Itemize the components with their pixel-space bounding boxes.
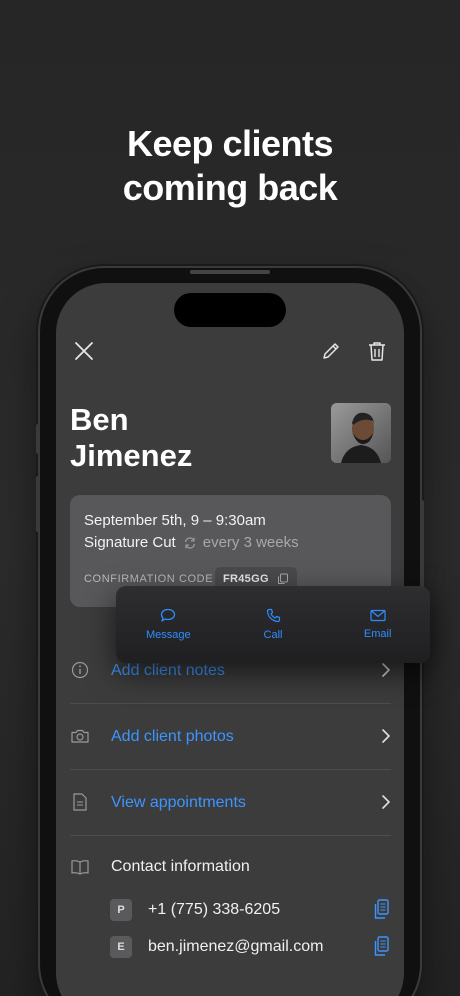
edit-button[interactable] xyxy=(319,339,343,363)
appointment-service: Signature Cut xyxy=(84,534,176,551)
client-name: Ben Jimenez xyxy=(70,402,270,474)
phone-volume-button xyxy=(36,476,40,532)
headline-line-2: coming back xyxy=(122,167,338,208)
row-icon-wrap xyxy=(70,726,90,746)
copy-email-icon[interactable] xyxy=(373,936,391,958)
chevron-right-icon xyxy=(382,729,391,743)
copy-phone-icon[interactable] xyxy=(373,899,391,921)
row-label: Add client photos xyxy=(111,728,234,745)
confirmation-code-label: CONFIRMATION CODE xyxy=(84,573,214,585)
repeat-frequency: every 3 weeks xyxy=(202,534,299,551)
phone-side-button-left xyxy=(36,424,40,454)
headline-line-1: Keep clients xyxy=(126,123,334,164)
contact-email[interactable]: ben.jimenez@gmail.com xyxy=(148,938,323,956)
appointment-date-time: September 5th, 9 – 9:30am xyxy=(84,512,266,529)
row-icon-wrap xyxy=(70,660,90,680)
contact-info-title: Contact information xyxy=(111,858,250,875)
envelope-icon xyxy=(370,609,386,622)
contact-actions-popup: Message Call Email xyxy=(116,586,430,663)
email-label: Email xyxy=(363,628,392,640)
client-first-name: Ben xyxy=(70,402,129,437)
contact-info-header: Contact information xyxy=(70,856,391,880)
trash-icon xyxy=(369,342,385,361)
phone-badge: P xyxy=(110,899,132,921)
contact-phone[interactable]: +1 (775) 338-6205 xyxy=(148,901,280,919)
contact-phone-line[interactable]: P +1 (775) 338-6205 xyxy=(110,898,391,922)
chevron-right-icon xyxy=(382,663,391,677)
document-icon xyxy=(73,793,87,811)
appointment-repeat: every 3 weeks xyxy=(183,534,299,551)
marketing-headline: Keep clients coming back xyxy=(0,122,460,210)
call-label: Call xyxy=(263,629,283,641)
close-icon xyxy=(75,342,93,360)
close-button[interactable] xyxy=(72,339,96,363)
pencil-icon xyxy=(323,343,339,359)
email-action[interactable]: Email xyxy=(325,586,430,663)
camera-icon xyxy=(71,729,89,743)
info-icon xyxy=(71,661,89,679)
email-badge: E xyxy=(110,936,132,958)
copy-icon xyxy=(277,573,288,584)
confirmation-code: FR45GG xyxy=(223,573,269,585)
repeat-icon xyxy=(184,536,195,549)
contact-email-line[interactable]: E ben.jimenez@gmail.com xyxy=(110,935,391,959)
delete-button[interactable] xyxy=(365,338,389,364)
phone-power-button xyxy=(420,500,424,590)
row-client-photos[interactable]: Add client photos xyxy=(70,704,391,770)
client-avatar[interactable] xyxy=(331,403,391,463)
row-label: Add client notes xyxy=(111,662,225,679)
row-view-appointments[interactable]: View appointments xyxy=(70,770,391,836)
client-photo xyxy=(331,403,391,463)
phone-icon xyxy=(266,608,280,623)
message-label: Message xyxy=(146,629,191,641)
chat-bubble-icon xyxy=(161,608,176,622)
client-last-name: Jimenez xyxy=(70,438,193,473)
row-icon-wrap xyxy=(70,792,90,812)
row-label: View appointments xyxy=(111,794,246,811)
book-icon xyxy=(71,860,89,875)
appointment-service-line: Signature Cut every 3 weeks xyxy=(84,534,299,551)
phone-speaker xyxy=(190,270,270,274)
chevron-right-icon xyxy=(382,795,391,809)
message-action[interactable]: Message xyxy=(116,586,221,663)
dynamic-island xyxy=(174,293,286,327)
call-action[interactable]: Call xyxy=(221,586,326,663)
